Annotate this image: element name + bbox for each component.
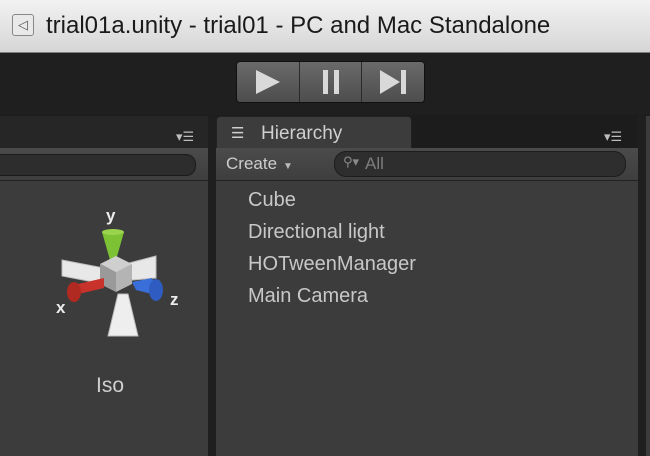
list-item[interactable]: Directional light bbox=[248, 220, 416, 252]
list-item[interactable]: Cube bbox=[248, 188, 416, 220]
play-button[interactable] bbox=[237, 62, 300, 102]
projection-label[interactable]: Iso bbox=[96, 374, 124, 398]
chevron-down-icon: ▼ bbox=[283, 161, 293, 172]
create-dropdown[interactable]: Create ▼ bbox=[226, 152, 318, 176]
search-placeholder: All bbox=[365, 154, 384, 173]
gizmo-y-label: y bbox=[106, 206, 116, 225]
scene-search-input[interactable] bbox=[0, 154, 196, 176]
hierarchy-list: Cube Directional light HOTweenManager Ma… bbox=[248, 188, 416, 316]
hierarchy-panel: Create ▼ ⚲▾ All Cube Directional light HO… bbox=[216, 148, 638, 456]
panel-divider[interactable] bbox=[638, 116, 646, 456]
unity-document-icon: ◁ bbox=[12, 14, 34, 36]
panel-menu-icon[interactable]: ▾☰ bbox=[176, 130, 194, 145]
tab-hierarchy-label: Hierarchy bbox=[261, 123, 343, 144]
step-icon bbox=[380, 70, 407, 94]
gizmo-x-label: x bbox=[56, 298, 66, 317]
list-item[interactable]: HOTweenManager bbox=[248, 252, 416, 284]
list-icon: ☰ bbox=[231, 124, 245, 142]
gizmo-neg-y-cone bbox=[107, 293, 139, 337]
tab-hierarchy[interactable]: ☰ Hierarchy bbox=[216, 116, 412, 150]
hierarchy-search-input[interactable]: ⚲▾ All bbox=[334, 151, 626, 177]
scene-orientation-gizmo[interactable] bbox=[48, 198, 198, 348]
play-controls bbox=[236, 61, 425, 103]
search-icon[interactable]: ⚲▾ bbox=[343, 155, 359, 170]
gizmo-z-label: z bbox=[170, 290, 179, 309]
step-button[interactable] bbox=[362, 62, 424, 102]
hierarchy-toolbar: Create ▼ ⚲▾ All bbox=[216, 148, 638, 181]
list-item[interactable]: Main Camera bbox=[248, 284, 416, 316]
window-title-bar: ◁ trial01a.unity - trial01 - PC and Mac … bbox=[0, 0, 650, 53]
right-panel bbox=[646, 116, 650, 456]
pause-button[interactable] bbox=[299, 62, 363, 102]
panel-divider[interactable] bbox=[208, 116, 216, 456]
panel-menu-icon[interactable]: ▾☰ bbox=[604, 130, 622, 145]
scene-subbar bbox=[0, 148, 208, 181]
create-label: Create bbox=[226, 154, 278, 173]
toolbar bbox=[0, 53, 650, 115]
gizmo-y-cone bbox=[102, 232, 124, 260]
play-icon bbox=[255, 70, 280, 94]
window-title: trial01a.unity - trial01 - PC and Mac St… bbox=[46, 12, 551, 39]
pause-icon bbox=[322, 70, 339, 94]
